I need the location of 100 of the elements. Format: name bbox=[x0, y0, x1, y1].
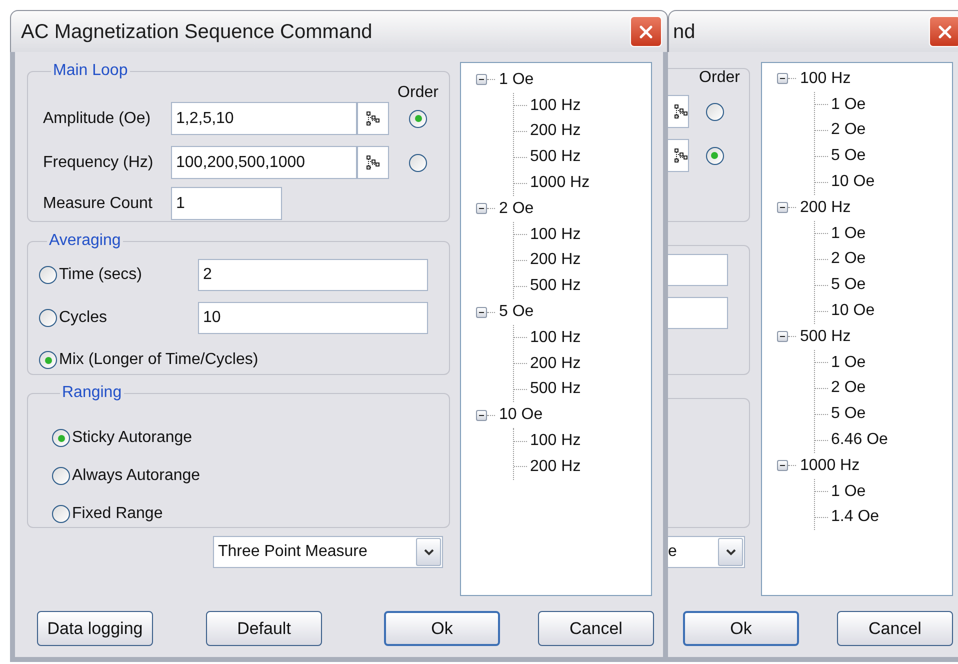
tree-item[interactable]: 200 Hz bbox=[530, 454, 581, 479]
button[interactable]: Cancel bbox=[538, 611, 654, 646]
column-label: Order bbox=[396, 83, 440, 102]
tree-item[interactable]: 100 Hz bbox=[530, 222, 581, 247]
dropdown[interactable]: e bbox=[668, 536, 745, 568]
option-label: Fixed Range bbox=[72, 504, 163, 524]
field-label: Measure Count bbox=[43, 194, 154, 214]
tree-item[interactable]: 1 Oe bbox=[831, 92, 866, 117]
collapse-icon[interactable] bbox=[476, 74, 487, 86]
radio-button[interactable] bbox=[52, 467, 70, 485]
tree-item[interactable]: 10 Oe bbox=[831, 170, 875, 194]
dropdown[interactable]: Three Point Measure bbox=[213, 536, 443, 568]
input-field[interactable]: 2 bbox=[198, 259, 428, 291]
tree-item[interactable]: 6.46 Oe bbox=[831, 428, 888, 452]
tree-item[interactable]: 500 Hz bbox=[530, 274, 581, 298]
radio-button[interactable] bbox=[706, 102, 724, 120]
option-label: Cycles bbox=[59, 308, 108, 328]
input-field[interactable]: 10 bbox=[198, 302, 428, 334]
tree-item[interactable]: 1.4 Oe bbox=[831, 505, 880, 530]
window-title: nd bbox=[673, 20, 696, 44]
input-field[interactable]: 1 bbox=[171, 187, 282, 220]
tree-button[interactable] bbox=[668, 95, 689, 128]
option-label: Sticky Autorange bbox=[72, 428, 192, 448]
tree-item[interactable]: 1 Oe bbox=[499, 68, 534, 92]
collapse-icon[interactable] bbox=[777, 202, 788, 214]
tree-item[interactable]: 10 Oe bbox=[831, 299, 875, 324]
tree-item[interactable]: 5 Oe bbox=[499, 300, 534, 324]
tree-item[interactable]: 2 Oe bbox=[831, 376, 866, 400]
radio-button[interactable] bbox=[39, 351, 57, 369]
collapse-icon[interactable] bbox=[476, 410, 487, 421]
button[interactable]: Data logging bbox=[37, 611, 153, 646]
radio-button[interactable] bbox=[39, 309, 57, 327]
dropdown-button[interactable] bbox=[718, 538, 743, 566]
tree-icon bbox=[366, 111, 380, 126]
tree-item[interactable]: 100 Hz bbox=[530, 429, 581, 454]
tree-item[interactable]: 5 Oe bbox=[831, 402, 866, 426]
close-button[interactable] bbox=[630, 16, 662, 47]
tree-item[interactable]: 200 Hz bbox=[530, 352, 581, 376]
collapse-icon[interactable] bbox=[777, 460, 788, 472]
tree-item[interactable]: 1000 Hz bbox=[800, 454, 860, 478]
option-label: Time (secs) bbox=[59, 265, 142, 285]
tree-item[interactable]: 5 Oe bbox=[831, 273, 866, 298]
field-label: Frequency (Hz) bbox=[43, 152, 154, 172]
group-label: Averaging bbox=[48, 231, 122, 251]
tree-item[interactable]: 100 Hz bbox=[530, 326, 581, 350]
collapse-icon[interactable] bbox=[476, 203, 487, 214]
collapse-icon[interactable] bbox=[476, 306, 487, 318]
tree-item[interactable]: 100 Hz bbox=[530, 94, 581, 118]
tree-item[interactable]: 10 Oe bbox=[499, 403, 543, 428]
tree-item[interactable]: 200 Hz bbox=[530, 119, 581, 144]
tree-item[interactable]: 2 Oe bbox=[831, 118, 866, 142]
tree-item[interactable]: 500 Hz bbox=[530, 377, 581, 402]
tree-button[interactable] bbox=[668, 139, 689, 172]
column-label: Order bbox=[698, 68, 741, 87]
button[interactable]: Ok bbox=[683, 611, 799, 646]
field-label: Amplitude (Oe) bbox=[43, 108, 152, 128]
tree-item[interactable]: 1 Oe bbox=[831, 480, 866, 504]
button[interactable]: Ok bbox=[384, 611, 500, 646]
tree-item[interactable]: 1000 Hz bbox=[530, 171, 590, 196]
radio-button[interactable] bbox=[706, 146, 724, 164]
input-field[interactable]: 1,2,5,10 bbox=[171, 102, 357, 135]
option-label: Mix (Longer of Time/Cycles) bbox=[59, 350, 258, 370]
dropdown-button[interactable] bbox=[416, 538, 441, 566]
collapse-icon[interactable] bbox=[777, 73, 788, 84]
button[interactable]: Default bbox=[206, 611, 322, 646]
close-icon bbox=[937, 24, 953, 40]
tree-item[interactable]: 200 Hz bbox=[530, 248, 581, 272]
input-field[interactable] bbox=[668, 254, 728, 286]
dropdown-value: e bbox=[668, 542, 677, 562]
button[interactable]: Cancel bbox=[837, 611, 953, 646]
radio-button[interactable] bbox=[39, 266, 57, 284]
option-label: Always Autorange bbox=[72, 466, 200, 486]
radio-button[interactable] bbox=[409, 110, 427, 128]
tree-item[interactable]: 1 Oe bbox=[831, 350, 866, 375]
radio-button[interactable] bbox=[409, 154, 427, 172]
group-label: Main Loop bbox=[52, 61, 129, 81]
close-button[interactable] bbox=[929, 16, 958, 47]
chevron-down-icon bbox=[424, 548, 434, 556]
chevron-down-icon bbox=[726, 548, 736, 556]
input-field[interactable] bbox=[668, 297, 728, 329]
tree-button[interactable] bbox=[357, 102, 389, 135]
tree-item[interactable]: 100 Hz bbox=[800, 66, 851, 91]
tree-item[interactable]: 1 Oe bbox=[831, 222, 866, 246]
tree-icon bbox=[366, 155, 380, 170]
tree-item[interactable]: 500 Hz bbox=[530, 145, 581, 170]
input-field[interactable]: 100,200,500,1000 bbox=[171, 146, 357, 179]
tree-item[interactable]: 5 Oe bbox=[831, 144, 866, 168]
tree-button[interactable] bbox=[357, 146, 389, 179]
dropdown-value: Three Point Measure bbox=[218, 542, 368, 562]
close-icon bbox=[638, 24, 654, 40]
tree-item[interactable]: 2 Oe bbox=[499, 196, 534, 221]
radio-button[interactable] bbox=[52, 429, 70, 447]
group-label: Ranging bbox=[61, 383, 123, 403]
collapse-icon[interactable] bbox=[777, 331, 788, 342]
tree-item[interactable]: 500 Hz bbox=[800, 324, 851, 349]
tree-icon bbox=[674, 148, 688, 163]
radio-button[interactable] bbox=[52, 505, 70, 523]
tree-item[interactable]: 2 Oe bbox=[831, 247, 866, 272]
tree-item[interactable]: 200 Hz bbox=[800, 196, 851, 220]
tree-icon bbox=[674, 104, 688, 119]
